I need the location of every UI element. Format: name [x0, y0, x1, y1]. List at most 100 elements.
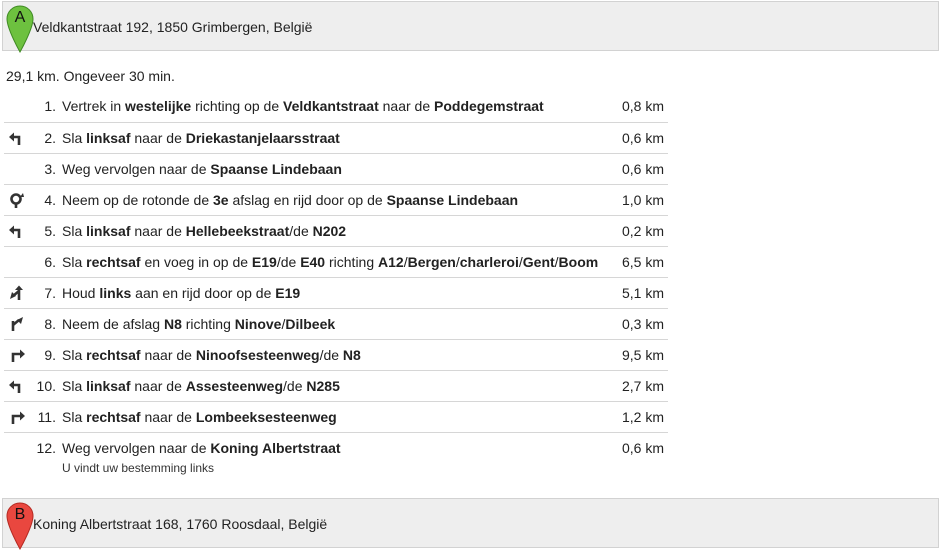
instruction-text: Sla [62, 254, 87, 270]
marker-b-letter: B [14, 506, 26, 523]
direction-step[interactable]: 2. Sla linksaf naar de Driekastanjelaarss… [4, 122, 668, 153]
instruction-highlight: linksaf [86, 378, 131, 394]
instruction-highlight: rechtsaf [86, 347, 141, 363]
step-distance: 9,5 km [621, 347, 664, 363]
instruction-text: naar de [130, 223, 186, 239]
instruction-highlight: linksaf [86, 223, 131, 239]
step-number: 6. [44, 254, 56, 270]
direction-step[interactable]: 1. Vertrek in westelijke richting op de V… [4, 91, 668, 122]
instruction-text: Sla [62, 347, 87, 363]
step-instruction: Houd links aan en rijd door op de E19 [62, 285, 300, 301]
instruction-text: /de [276, 254, 301, 270]
step-distance: 2,7 km [621, 378, 664, 394]
step-distance: 1,2 km [621, 409, 664, 425]
instruction-highlight: N8 [163, 316, 182, 332]
instruction-text: aan en rijd door op de [131, 285, 276, 301]
step-number: 9. [44, 347, 56, 363]
marker-a-letter: A [14, 9, 26, 26]
step-number: 7. [44, 285, 56, 301]
step-instruction: Weg vervolgen naar de Spaanse Lindebaan [62, 161, 342, 177]
instruction-text: /de [283, 378, 307, 394]
direction-step[interactable]: 9. Sla rechtsaf naar de Ninoofsesteenweg/… [4, 339, 668, 370]
instruction-text: Sla [62, 130, 87, 146]
step-distance: 0,8 km [621, 98, 664, 114]
instruction-text: naar de [140, 409, 196, 425]
instruction-highlight: westelijke [125, 98, 192, 114]
instruction-highlight: Veldkantstraat [283, 98, 379, 114]
instruction-highlight: Koning Albertstraat [210, 440, 341, 456]
instruction-text: Houd [62, 285, 100, 301]
step-instruction: Sla rechtsaf naar de Lombeeksesteenweg [62, 409, 337, 425]
instruction-text: naar de [130, 130, 186, 146]
instruction-text: Weg vervolgen naar de [62, 161, 211, 177]
instruction-highlight: Assesteenweg [185, 378, 284, 394]
instruction-text: Sla [62, 378, 87, 394]
instruction-text: Neem op de rotonde de [62, 192, 213, 208]
step-number: 10. [36, 378, 56, 394]
step-number: 12. [36, 440, 56, 456]
instruction-highlight: Poddegemstraat [434, 98, 544, 114]
start-address: Veldkantstraat 192, 1850 Grimbergen, Bel… [33, 19, 313, 35]
instruction-highlight: links [99, 285, 132, 301]
step-number: 2. [44, 130, 56, 146]
instruction-text: Sla [62, 409, 87, 425]
end-waypoint[interactable]: B Koning Albertstraat 168, 1760 Roosdaal… [2, 498, 939, 550]
instruction-text: naar de [378, 98, 435, 114]
instruction-highlight: Driekastanjelaarsstraat [185, 130, 340, 146]
step-number: 1. [44, 98, 56, 114]
direction-step[interactable]: 5. Sla linksaf naar de Hellebeekstraat/de… [4, 215, 668, 246]
step-distance: 0,6 km [621, 130, 664, 146]
instruction-highlight: E40 [300, 254, 326, 270]
step-instruction: Sla linksaf naar de Driekastanjelaarsstr… [62, 130, 340, 146]
step-instruction: Neem op de rotonde de 3e afslag en rijd … [62, 192, 518, 208]
step-instruction: Neem de afslag N8 richting Ninove/Dilbee… [62, 316, 335, 332]
instruction-text: /de [289, 223, 313, 239]
route-summary: 29,1 km. Ongeveer 30 min. [6, 68, 175, 84]
instruction-highlight: N285 [306, 378, 340, 394]
step-instruction: Sla rechtsaf naar de Ninoofsesteenweg/de… [62, 347, 361, 363]
instruction-highlight: Lombeeksesteenweg [195, 409, 337, 425]
instruction-highlight: Ninoofsesteenweg [195, 347, 320, 363]
instruction-text: naar de [130, 378, 186, 394]
step-distance: 1,0 km [621, 192, 664, 208]
instruction-text: richting [325, 254, 379, 270]
instruction-highlight: E19 [275, 285, 301, 301]
step-number: 4. [44, 192, 56, 208]
instruction-highlight: Boom [558, 254, 599, 270]
instruction-text: richting op de [191, 98, 284, 114]
direction-step[interactable]: 3. Weg vervolgen naar de Spaanse Lindebaa… [4, 153, 668, 184]
end-address: Koning Albertstraat 168, 1760 Roosdaal, … [33, 516, 328, 532]
direction-step[interactable]: 10. Sla linksaf naar de Assesteenweg/de N… [4, 370, 668, 401]
step-distance: 5,1 km [621, 285, 664, 301]
instruction-highlight: Spaanse Lindebaan [386, 192, 519, 208]
start-waypoint[interactable]: A Veldkantstraat 192, 1850 Grimbergen, B… [2, 1, 939, 53]
direction-step[interactable]: 11. Sla rechtsaf naar de Lombeeksesteenwe… [4, 401, 668, 432]
instruction-text: Vertrek in [62, 98, 126, 114]
marker-a-icon: A [6, 5, 34, 53]
instruction-highlight: A12 [378, 254, 404, 270]
instruction-highlight: N8 [342, 347, 361, 363]
step-distance: 6,5 km [621, 254, 664, 270]
direction-step[interactable]: 4. Neem op de rotonde de 3e afslag en rij… [4, 184, 668, 215]
instruction-highlight: rechtsaf [86, 409, 141, 425]
instruction-highlight: rechtsaf [86, 254, 141, 270]
direction-step[interactable]: 6. Sla rechtsaf en voeg in op de E19/de E… [4, 246, 668, 277]
direction-step[interactable]: 8. Neem de afslag N8 richting Ninove/Dilb… [4, 308, 668, 339]
direction-step[interactable]: 12. Weg vervolgen naar de Koning Albertst… [4, 432, 668, 482]
step-number: 3. [44, 161, 56, 177]
step-instruction: Weg vervolgen naar de Koning Albertstraa… [62, 440, 341, 456]
instruction-highlight: E19 [251, 254, 277, 270]
step-distance: 0,2 km [621, 223, 664, 239]
step-distance: 0,6 km [621, 440, 664, 456]
step-instruction: Sla rechtsaf en voeg in op de E19/de E40… [62, 254, 598, 270]
step-number: 8. [44, 316, 56, 332]
step-instruction: Sla linksaf naar de Hellebeekstraat/de N… [62, 223, 346, 239]
step-instruction: Sla linksaf naar de Assesteenweg/de N285 [62, 378, 340, 394]
directions-list: 1. Vertrek in westelijke richting op de V… [4, 91, 668, 482]
instruction-highlight: Spaanse Lindebaan [210, 161, 342, 177]
instruction-highlight: charleroi [459, 254, 519, 270]
direction-step[interactable]: 7. Houd links aan en rijd door op de E19 5… [4, 277, 668, 308]
step-number: 5. [44, 223, 56, 239]
instruction-highlight: linksaf [86, 130, 131, 146]
instruction-highlight: Hellebeekstraat [185, 223, 290, 239]
